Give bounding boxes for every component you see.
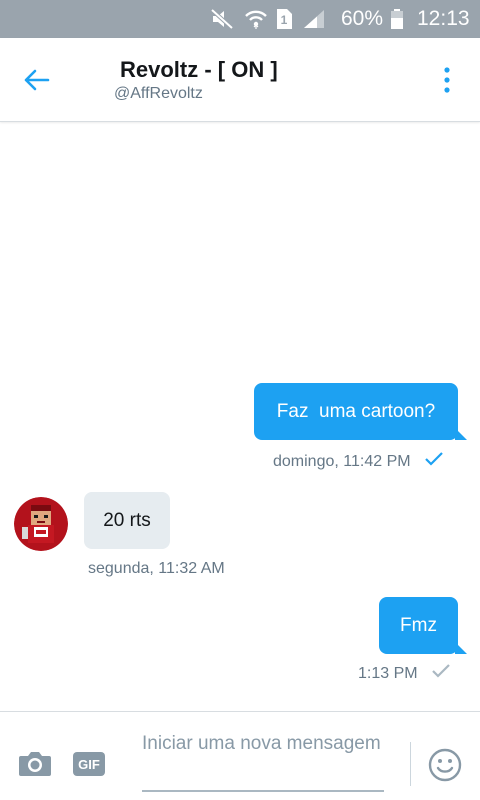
avatar[interactable] (14, 497, 68, 551)
message-timestamp: segunda, 11:32 AM (88, 560, 225, 577)
more-vertical-icon (444, 67, 450, 93)
status-bar: 1 60% 12:13 (0, 0, 480, 38)
message-timestamp: 1:13 PM (358, 664, 418, 682)
composer-divider (410, 742, 411, 786)
message-text: 20 rts (103, 509, 151, 531)
emoji-button[interactable] (428, 748, 462, 782)
read-check-icon (424, 452, 443, 471)
conversation-handle: @AffRevoltz (114, 85, 203, 102)
more-options-button[interactable] (434, 62, 460, 98)
conversation-header: Revoltz - [ ON ] @AffRevoltz (0, 38, 480, 122)
back-button[interactable] (18, 62, 54, 98)
message-meta: domingo, 11:42 PM (273, 452, 443, 471)
message-bubble-outgoing[interactable]: Faz uma cartoon? (254, 383, 467, 440)
message-meta: segunda, 11:32 AM (88, 560, 225, 578)
battery-icon (390, 0, 406, 38)
sim-icon: 1 (275, 0, 295, 38)
message-composer: GIF (0, 711, 480, 800)
camera-icon (19, 752, 51, 776)
message-timestamp: domingo, 11:42 PM (273, 452, 411, 470)
camera-button[interactable] (18, 750, 52, 778)
signal-icon (302, 0, 328, 38)
back-arrow-icon (24, 69, 50, 91)
sent-check-icon (431, 664, 450, 683)
conversation-title: Revoltz - [ ON ] (120, 57, 278, 82)
message-text: Faz uma cartoon? (276, 400, 436, 422)
emoji-icon (428, 748, 462, 782)
wifi-icon (244, 0, 268, 38)
message-bubble-incoming[interactable]: 20 rts (84, 492, 170, 549)
battery-percent: 60% (341, 7, 384, 30)
mute-icon (210, 0, 236, 38)
gif-button[interactable]: GIF (73, 752, 105, 776)
message-text: Fmz (400, 614, 437, 636)
svg-text:1: 1 (281, 13, 288, 27)
message-input[interactable] (142, 732, 384, 792)
message-bubble-outgoing[interactable]: Fmz (379, 597, 467, 654)
clock: 12:13 (417, 7, 470, 30)
message-meta: 1:13 PM (358, 664, 450, 683)
